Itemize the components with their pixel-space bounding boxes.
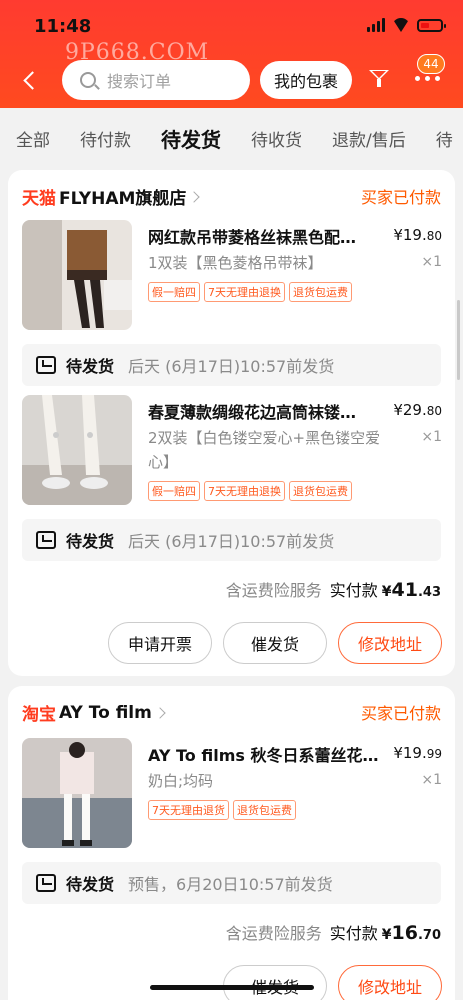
header: 11:48 9P668.COM 搜索订单 我的包裹 44: [0, 0, 463, 108]
total-currency: ¥: [381, 927, 392, 943]
order-item[interactable]: AY To films 秋冬日系蕾丝花… ¥19.99 奶白;均码 ×1 7天无…: [22, 738, 442, 850]
service-tag: 假一赔四: [148, 481, 200, 501]
product-title: AY To films 秋冬日系蕾丝花…: [148, 746, 379, 765]
total-decimal: .70: [417, 928, 441, 943]
product-title: 春夏薄款绸缎花边高筒袜镂…: [148, 403, 357, 422]
my-package-button[interactable]: 我的包裹: [260, 61, 352, 99]
order-item[interactable]: 网红款吊带菱格丝袜黑色配… ¥19.80 1双装【黑色菱格吊带袜】 ×1 假一赔…: [22, 220, 442, 332]
shipping-info: 待发货 预售，6月20日10:57前发货: [22, 862, 441, 904]
shipping-info: 待发货 后天 (6月17日)10:57前发货: [22, 519, 441, 561]
total-amount: 41: [391, 579, 418, 601]
product-sku: 1双装【黑色菱格吊带袜】: [148, 254, 323, 272]
order-tabs: 全部 待付款 待发货 待收货 退款/售后 待: [0, 108, 463, 168]
total-currency: ¥: [381, 584, 392, 600]
shipping-deadline: 预售，6月20日10:57前发货: [128, 875, 333, 894]
shop-name: FLYHAM旗舰店: [59, 189, 187, 209]
service-tag: 7天无理由退换: [204, 282, 285, 302]
modify-address-button[interactable]: 修改地址: [338, 965, 442, 1000]
product-image[interactable]: [22, 220, 132, 330]
tab-all[interactable]: 全部: [16, 126, 50, 151]
service-tags: 7天无理由退货 退货包运费: [148, 800, 296, 820]
search-input[interactable]: 搜索订单: [62, 60, 250, 100]
urge-shipment-button[interactable]: 催发货: [223, 965, 327, 1000]
insurance-note: 含运费险服务: [225, 581, 322, 600]
product-sku: 2双装【白色镂空爱心+黑色镂空爱心】: [148, 429, 381, 471]
tab-review[interactable]: 待: [436, 126, 453, 151]
cellular-signal-icon: [367, 18, 385, 32]
platform-logo: 天猫: [22, 189, 56, 209]
shipping-box-icon: [36, 356, 56, 374]
product-price: ¥19.99: [393, 744, 442, 762]
chevron-right-icon: [154, 706, 166, 719]
status-icons: [367, 18, 446, 32]
order-card: 天猫 FLYHAM旗舰店 买家已付款 网红款吊带菱格丝袜黑色配… ¥19.80 …: [8, 170, 455, 676]
search-icon: [80, 72, 96, 88]
request-invoice-button[interactable]: 申请开票: [108, 622, 212, 664]
status-time: 11:48: [34, 16, 92, 37]
back-arrow-icon[interactable]: [20, 66, 44, 94]
product-title: 网红款吊带菱格丝袜黑色配…: [148, 228, 357, 247]
product-sku: 奶白;均码: [148, 772, 214, 790]
filter-icon[interactable]: [369, 70, 389, 88]
service-tag: 7天无理由退货: [148, 800, 229, 820]
service-tag: 假一赔四: [148, 282, 200, 302]
modify-address-button[interactable]: 修改地址: [338, 622, 442, 664]
home-indicator[interactable]: [150, 985, 314, 990]
shipping-info: 待发货 后天 (6月17日)10:57前发货: [22, 344, 441, 386]
tab-refund[interactable]: 退款/售后: [332, 126, 406, 151]
order-card: 淘宝 AY To film 买家已付款 AY To films 秋冬日系蕾丝花……: [8, 686, 455, 1000]
more-icon[interactable]: [415, 76, 441, 84]
scrollbar[interactable]: [457, 300, 460, 380]
chevron-right-icon: [188, 190, 201, 203]
tab-pending-shipment[interactable]: 待发货: [161, 124, 221, 153]
shop-header[interactable]: 天猫 FLYHAM旗舰店: [22, 184, 201, 209]
product-qty: ×1: [421, 429, 442, 445]
service-tag: 退货包运费: [233, 800, 296, 820]
shipping-status: 待发货: [66, 875, 115, 894]
insurance-note: 含运费险服务: [225, 924, 322, 943]
total-amount: 16: [391, 922, 418, 944]
search-placeholder: 搜索订单: [107, 72, 172, 91]
service-tag: 7天无理由退换: [204, 481, 285, 501]
shipping-deadline: 后天 (6月17日)10:57前发货: [128, 357, 335, 376]
shipping-box-icon: [36, 874, 56, 892]
order-status: 买家已付款: [360, 188, 441, 207]
shipping-status: 待发货: [66, 357, 115, 376]
service-tags: 假一赔四 7天无理由退换 退货包运费: [148, 282, 352, 302]
total-label: 实付款: [329, 581, 378, 600]
product-image[interactable]: [22, 395, 132, 505]
battery-icon: [417, 18, 446, 32]
order-total: 含运费险服务 实付款 ¥ 41 .43: [226, 577, 441, 601]
service-tag: 退货包运费: [289, 481, 352, 501]
order-total: 含运费险服务 实付款 ¥ 16 .70: [226, 920, 441, 944]
tab-pending-payment[interactable]: 待付款: [80, 126, 131, 151]
product-qty: ×1: [421, 254, 442, 270]
product-image[interactable]: [22, 738, 132, 848]
tab-pending-receipt[interactable]: 待收货: [251, 126, 302, 151]
urge-shipment-button[interactable]: 催发货: [223, 622, 327, 664]
shipping-box-icon: [36, 531, 56, 549]
product-price: ¥29.80: [393, 401, 442, 419]
total-decimal: .43: [417, 585, 441, 600]
order-item[interactable]: 春夏薄款绸缎花边高筒袜镂… ¥29.80 2双装【白色镂空爱心+黑色镂空爱心】 …: [22, 395, 442, 507]
message-badge: 44: [417, 54, 445, 74]
shipping-deadline: 后天 (6月17日)10:57前发货: [128, 532, 335, 551]
platform-logo: 淘宝: [22, 705, 56, 725]
nav-bar: 搜索订单 我的包裹 44: [0, 54, 463, 102]
shop-name: AY To film: [59, 702, 152, 723]
shipping-status: 待发货: [66, 532, 115, 551]
service-tags: 假一赔四 7天无理由退换 退货包运费: [148, 481, 352, 501]
order-status: 买家已付款: [360, 704, 441, 723]
service-tag: 退货包运费: [289, 282, 352, 302]
product-price: ¥19.80: [393, 226, 442, 244]
shop-header[interactable]: 淘宝 AY To film: [22, 700, 166, 725]
total-label: 实付款: [329, 924, 378, 943]
wifi-icon: [392, 18, 410, 32]
product-qty: ×1: [421, 772, 442, 788]
